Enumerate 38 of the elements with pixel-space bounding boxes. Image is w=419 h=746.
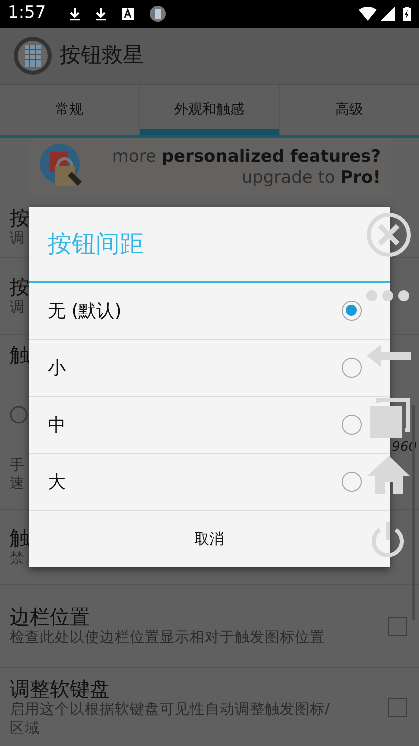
option-item[interactable]: 大 [29, 454, 366, 510]
cancel-button[interactable]: 取消 [41, 511, 378, 567]
app-title: 按钮救星 [60, 42, 144, 70]
app-icon [14, 37, 52, 75]
option-label: 小 [48, 356, 66, 381]
option-item[interactable]: 中 [29, 397, 366, 454]
radio-button[interactable] [342, 301, 362, 322]
more-icon [366, 290, 410, 302]
checkbox[interactable] [388, 698, 407, 717]
option-item[interactable]: 无 (默认) [29, 283, 366, 340]
radio-button[interactable] [342, 472, 362, 492]
app-icon [150, 6, 166, 22]
signal-icon [381, 7, 395, 21]
radio-button[interactable] [342, 415, 362, 436]
close-icon [366, 212, 412, 258]
back-icon [367, 345, 411, 367]
home-icon [368, 456, 410, 494]
battery-icon [403, 7, 411, 21]
option-item[interactable]: 小 [29, 340, 366, 396]
radio-button[interactable] [342, 358, 362, 378]
setting-title: 边栏位置 [10, 604, 90, 629]
text-icon [122, 8, 134, 20]
setting-title: 调整软键盘 [10, 677, 110, 702]
setting-title: 触 [10, 343, 30, 367]
wifi-icon [359, 7, 377, 21]
dialog-title: 按钮间距 [48, 229, 144, 260]
power-icon [370, 520, 406, 560]
slider-thumb [10, 406, 28, 424]
setting-title: 触 [10, 526, 30, 550]
option-label: 中 [48, 414, 66, 438]
option-label: 大 [48, 470, 66, 495]
status-time: 1:57 [8, 2, 46, 26]
checkbox[interactable] [388, 616, 407, 636]
option-label: 无 (默认) [48, 300, 122, 324]
download-icon [70, 7, 80, 21]
setting-title: 按 [10, 206, 30, 230]
setting-title: 按 [10, 274, 30, 299]
download-icon [96, 7, 106, 21]
